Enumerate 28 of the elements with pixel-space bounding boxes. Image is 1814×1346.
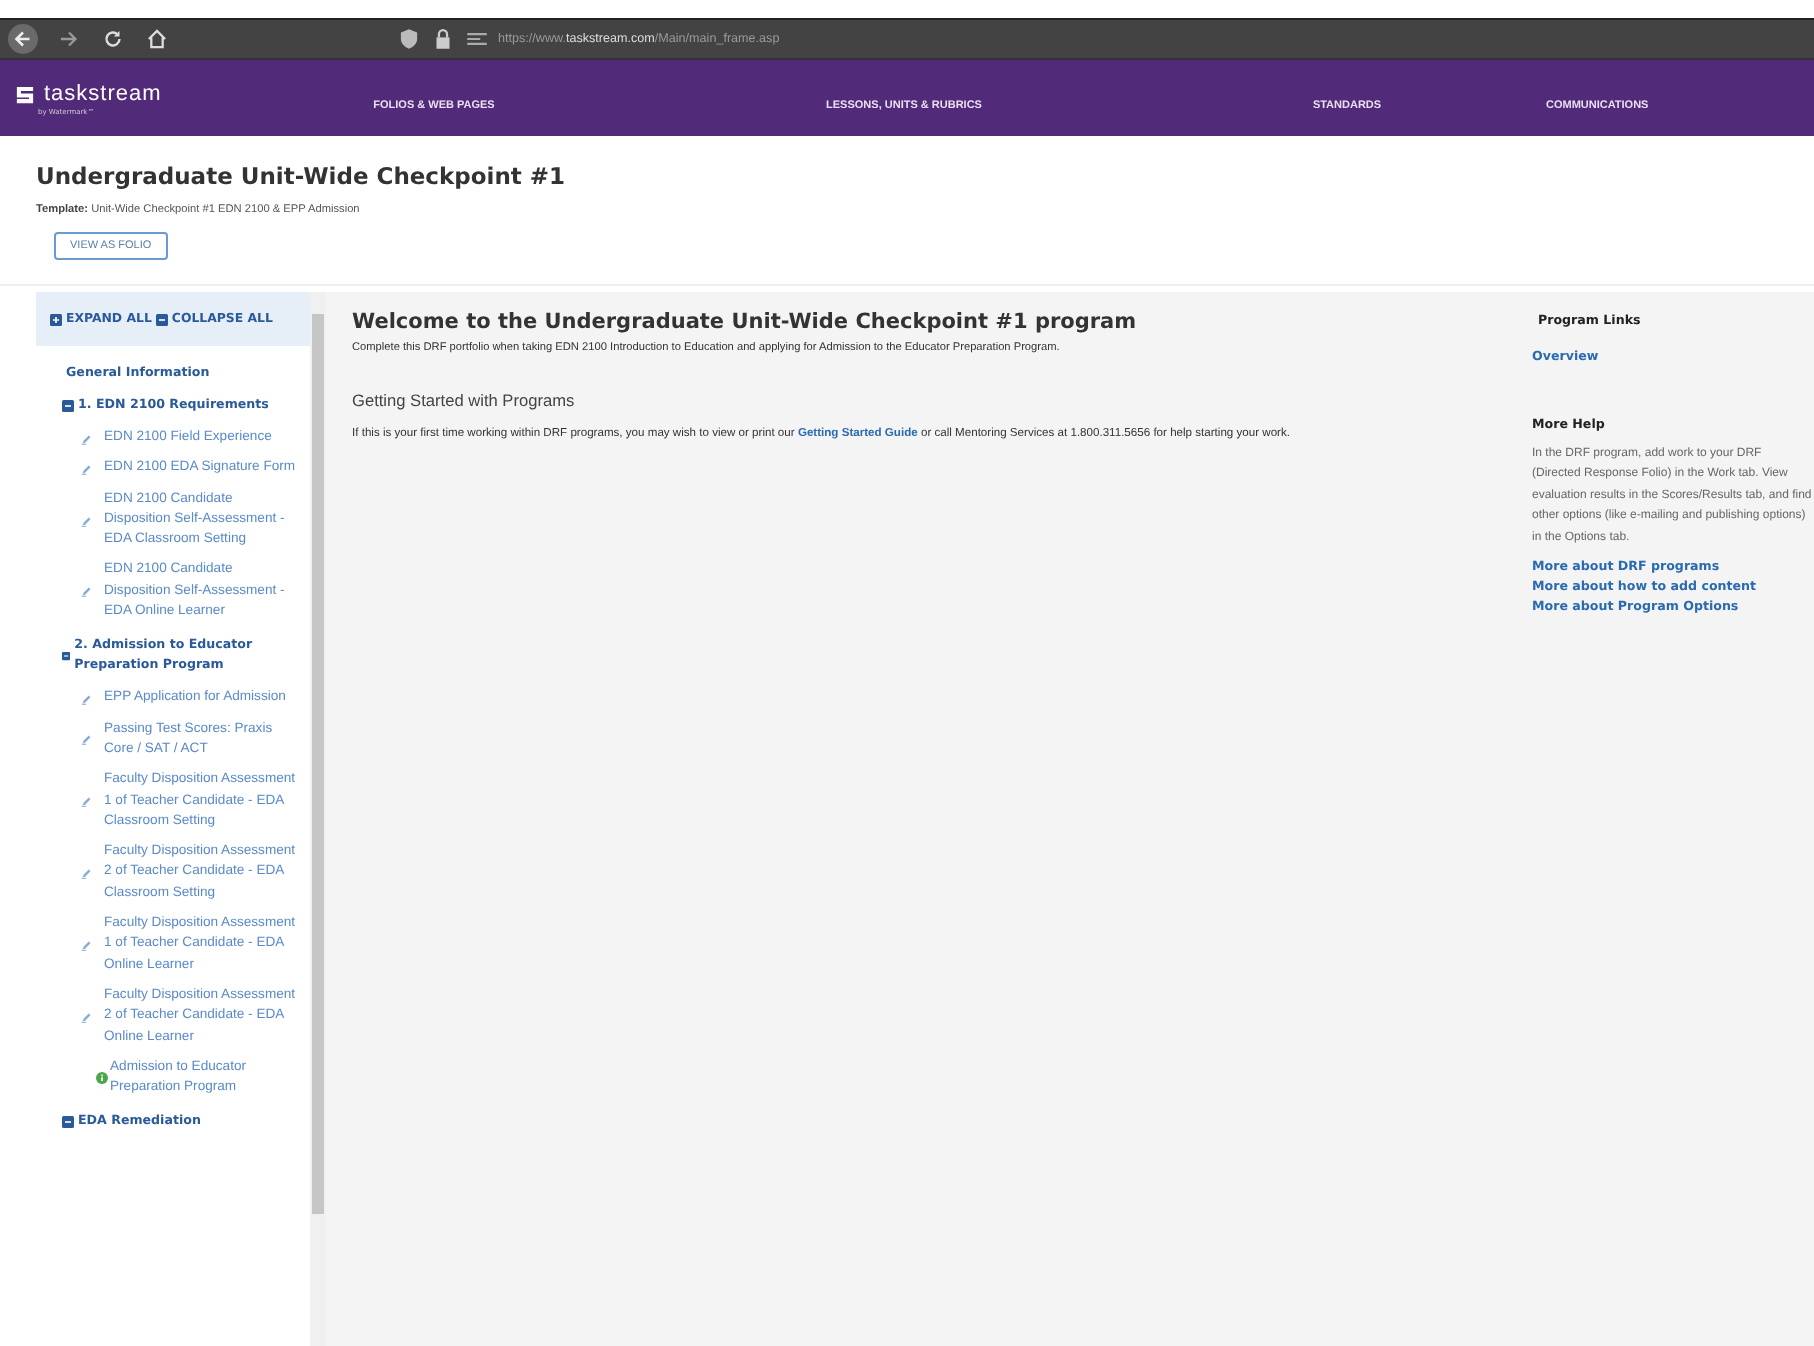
pencil-icon (80, 1009, 94, 1024)
pencil-icon (80, 794, 94, 809)
back-button[interactable] (8, 24, 38, 54)
logo-text[interactable]: taskstream (44, 82, 162, 106)
pencil-icon (80, 513, 94, 528)
pencil-icon (80, 584, 94, 599)
pencil-icon (80, 866, 94, 881)
shield-icon (396, 26, 422, 52)
forward-icon[interactable] (56, 26, 82, 52)
logo-icon[interactable] (12, 81, 38, 107)
welcome-heading: Welcome to the Undergraduate Unit-Wide Checkpoint #1 program (352, 310, 1139, 334)
plus-square-icon (50, 313, 62, 325)
minus-square-icon (155, 313, 168, 325)
pencil-icon (80, 431, 94, 446)
scrollbar[interactable] (310, 292, 326, 1346)
pencil-icon (80, 937, 94, 952)
pencil-icon (80, 732, 94, 747)
collapse-icon[interactable] (62, 650, 71, 663)
home-icon[interactable] (144, 26, 170, 52)
info-icon (96, 1072, 108, 1085)
reload-icon[interactable] (100, 26, 126, 52)
section-heading: Getting Started with Programs (352, 390, 577, 410)
pencil-icon (80, 461, 94, 476)
collapse-icon[interactable] (62, 400, 74, 412)
collapse-icon[interactable] (62, 1116, 74, 1129)
back-arrow-icon (10, 26, 36, 52)
page-title: Undergraduate Unit-Wide Checkpoint #1 (36, 162, 568, 190)
pencil-icon (80, 692, 94, 707)
